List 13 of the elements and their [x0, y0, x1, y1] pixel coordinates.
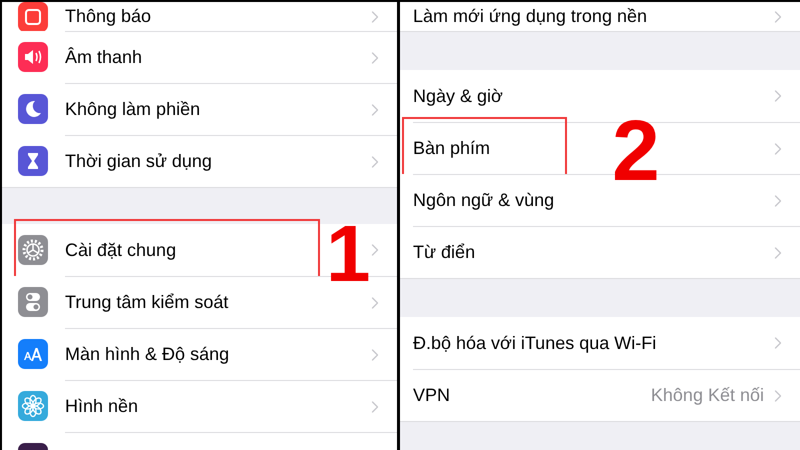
setting-label[interactable]: Cài đặt chung — [65, 236, 176, 264]
step-number: 2 — [612, 108, 660, 194]
setting-label[interactable]: Âm thanh — [65, 44, 142, 71]
setting-value: Không Kết nối — [650, 384, 764, 407]
setting-label[interactable]: Ngày & giờ — [413, 82, 503, 110]
setting-label[interactable]: Bàn phím — [413, 135, 490, 162]
step-number: 1 — [326, 214, 370, 294]
setting-label[interactable]: Thời gian sử dụng — [65, 148, 212, 175]
setting-label[interactable]: Ngôn ngữ & vùng — [413, 187, 554, 214]
setting-label[interactable]: Không làm phiền — [65, 96, 200, 123]
setting-label[interactable]: Hình nền — [65, 393, 138, 420]
setting-label[interactable]: Từ điển — [413, 239, 476, 266]
setting-label[interactable]: VPN — [413, 382, 450, 409]
